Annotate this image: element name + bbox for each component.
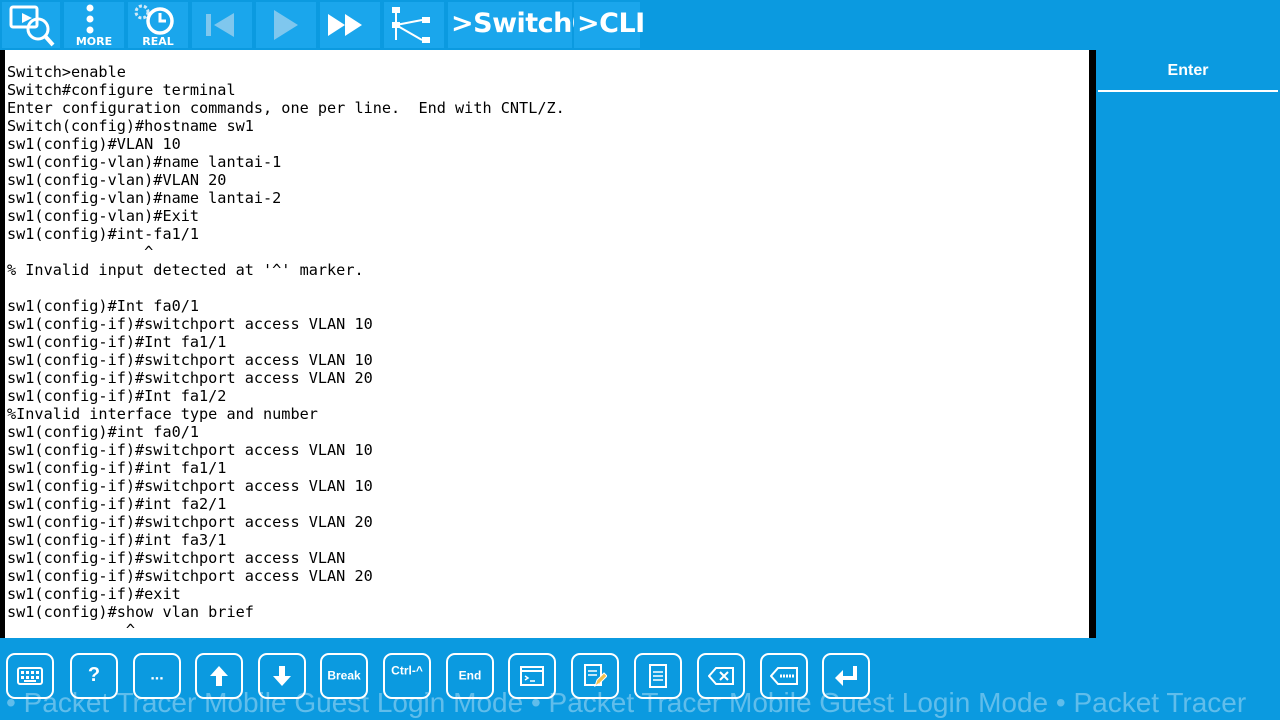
- guest-mode-watermark: • Packet Tracer Mobile Guest Login Mode …: [0, 685, 1280, 720]
- guest-mode-watermark-text: • Packet Tracer Mobile Guest Login Mode …: [6, 687, 1247, 718]
- more-button[interactable]: MORE: [64, 2, 126, 48]
- logical-view-button[interactable]: [2, 2, 62, 48]
- realtime-clock-icon: [134, 4, 174, 35]
- console-window-icon: [520, 666, 544, 686]
- play-button[interactable]: [256, 2, 318, 48]
- cli-terminal-area[interactable]: Switch>enable Switch#configure terminal …: [5, 50, 1089, 638]
- arrow-down-icon: [273, 666, 291, 686]
- play-icon: [274, 10, 298, 40]
- cli-output: Switch>enable Switch#configure terminal …: [7, 63, 565, 638]
- real-label: REAL: [142, 35, 174, 48]
- more-label: MORE: [75, 35, 113, 48]
- cli-terminal[interactable]: Switch>enable Switch#configure terminal …: [0, 50, 1096, 638]
- fast-forward-icon: [328, 14, 362, 36]
- right-panel: Enter: [1096, 50, 1280, 638]
- arrow-up-icon: [210, 666, 228, 686]
- realtime-button[interactable]: REAL: [128, 2, 190, 48]
- logical-view-icon: [9, 5, 55, 47]
- step-back-icon: [206, 13, 234, 37]
- break-key-label: Break: [327, 668, 361, 683]
- fast-forward-button[interactable]: [320, 2, 382, 48]
- keyboard-icon: [17, 667, 43, 685]
- more-vertical-icon: [86, 4, 94, 34]
- end-key-label: End: [458, 668, 482, 683]
- enter-button[interactable]: Enter: [1098, 50, 1278, 92]
- breadcrumb-cli[interactable]: >CLI: [574, 2, 645, 48]
- breadcrumb-device[interactable]: >Switch0: [448, 2, 591, 48]
- backspace-icon: [708, 667, 734, 685]
- topology-button[interactable]: [384, 2, 446, 48]
- ellipsis-key-label: ...: [150, 666, 164, 684]
- step-back-button[interactable]: [192, 2, 254, 48]
- return-arrow-icon: [835, 666, 857, 686]
- topology-tree-icon: [392, 7, 430, 43]
- delete-word-icon: [770, 667, 798, 685]
- help-key-label: ?: [87, 664, 101, 687]
- ctrl-caret-key-label: Ctrl-^: [391, 663, 423, 678]
- top-toolbar: MORE REAL >Switch0 >CLI: [0, 0, 1280, 50]
